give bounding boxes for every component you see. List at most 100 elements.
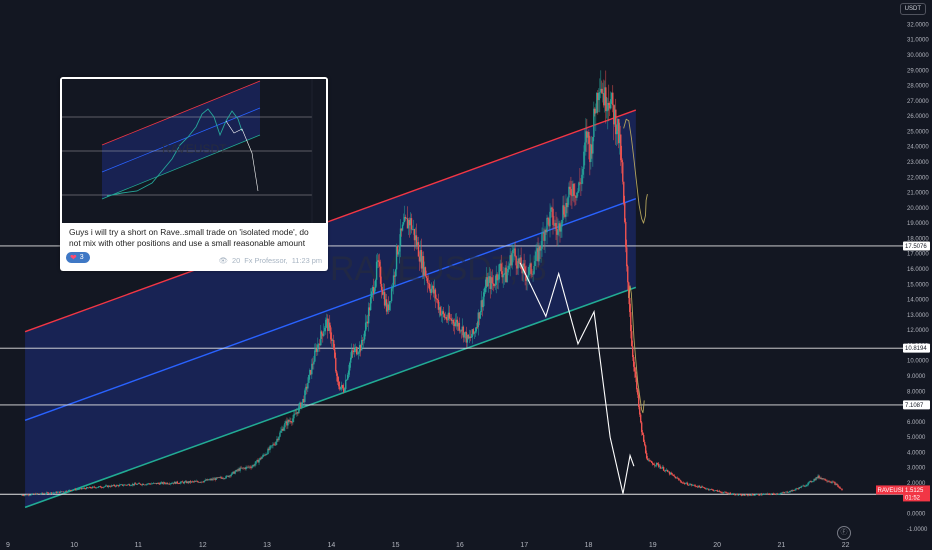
candle-body[interactable] <box>633 357 635 367</box>
tradingview-logo-icon[interactable]: Ⓕ <box>837 526 851 540</box>
candle-body[interactable] <box>662 467 665 471</box>
candle-body[interactable] <box>391 287 394 289</box>
candle-body[interactable] <box>515 256 517 266</box>
candle-body[interactable] <box>754 494 756 496</box>
candle-body[interactable] <box>163 482 166 484</box>
currency-selector[interactable]: USDT <box>899 3 926 15</box>
candle-body[interactable] <box>323 331 325 336</box>
candle-body[interactable] <box>72 489 75 491</box>
candle-body[interactable] <box>541 232 543 249</box>
candle-body[interactable] <box>357 352 360 354</box>
candle-body[interactable] <box>577 191 579 193</box>
candle-body[interactable] <box>502 274 504 278</box>
candle-body[interactable] <box>399 228 402 246</box>
candle-body[interactable] <box>283 427 285 431</box>
candle-body[interactable] <box>402 222 405 225</box>
candle-body[interactable] <box>673 475 676 477</box>
candle-body[interactable] <box>291 422 293 423</box>
candle-body[interactable] <box>807 482 809 486</box>
candle-body[interactable] <box>108 485 111 487</box>
candle-body[interactable] <box>551 207 553 209</box>
candle-body[interactable] <box>66 491 69 493</box>
candle-body[interactable] <box>54 492 56 494</box>
candle-body[interactable] <box>638 394 640 407</box>
candle-body[interactable] <box>494 284 496 286</box>
candle-body[interactable] <box>436 299 439 301</box>
candle-body[interactable] <box>653 464 656 466</box>
candle-body[interactable] <box>497 279 499 281</box>
candle-body[interactable] <box>595 112 597 114</box>
candle-body[interactable] <box>49 493 51 494</box>
candle-body[interactable] <box>30 494 32 496</box>
candle-body[interactable] <box>484 288 486 293</box>
candle-body[interactable] <box>279 432 281 437</box>
candle-body[interactable] <box>311 363 313 375</box>
candle-body[interactable] <box>269 446 271 450</box>
candle-body[interactable] <box>640 422 643 433</box>
candle-body[interactable] <box>196 481 198 482</box>
candle-body[interactable] <box>578 182 580 192</box>
candle-body[interactable] <box>498 264 500 280</box>
candle-body[interactable] <box>103 486 106 488</box>
candle-body[interactable] <box>308 374 310 383</box>
candle-body[interactable] <box>528 267 530 275</box>
candle-body[interactable] <box>401 224 404 231</box>
candle-body[interactable] <box>159 482 162 485</box>
candle-body[interactable] <box>512 249 514 254</box>
candle-body[interactable] <box>122 485 125 486</box>
candle-body[interactable] <box>824 478 826 481</box>
candle-body[interactable] <box>650 461 653 463</box>
candle-body[interactable] <box>582 169 584 175</box>
candle-body[interactable] <box>353 348 356 353</box>
candle-body[interactable] <box>470 337 472 338</box>
candle-body[interactable] <box>632 346 634 358</box>
candle-body[interactable] <box>298 406 300 414</box>
candle-body[interactable] <box>280 430 282 433</box>
candle-body[interactable] <box>179 482 182 484</box>
candle-body[interactable] <box>166 482 169 484</box>
candle-body[interactable] <box>369 297 372 311</box>
candle-body[interactable] <box>130 485 133 486</box>
candle-body[interactable] <box>458 322 461 331</box>
candle-body[interactable] <box>307 382 309 389</box>
candle-body[interactable] <box>625 221 627 248</box>
candle-body[interactable] <box>220 477 222 478</box>
candle-body[interactable] <box>347 374 349 380</box>
candle-body[interactable] <box>417 242 420 257</box>
candle-body[interactable] <box>841 488 843 491</box>
candle-body[interactable] <box>77 489 80 490</box>
candle-body[interactable] <box>693 484 696 486</box>
candle-body[interactable] <box>274 444 276 446</box>
candle-body[interactable] <box>583 151 585 170</box>
price-axis[interactable]: -1.00000.00001.00002.00003.00004.00005.0… <box>903 0 932 550</box>
candle-body[interactable] <box>346 379 348 381</box>
candle-body[interactable] <box>757 494 759 496</box>
time-axis[interactable]: 9 10 11 12 13 14 15 16 17 18 19 20 21 22 <box>6 542 850 549</box>
candle-body[interactable] <box>304 390 306 403</box>
candle-body[interactable] <box>144 484 147 486</box>
candle-body[interactable] <box>532 273 534 275</box>
candle-body[interactable] <box>404 216 407 219</box>
candle-body[interactable] <box>360 340 363 351</box>
candle-body[interactable] <box>508 265 510 270</box>
candle-body[interactable] <box>588 131 590 144</box>
candle-body[interactable] <box>392 275 395 288</box>
candle-body[interactable] <box>788 491 790 493</box>
candle-body[interactable] <box>321 331 323 335</box>
candle-body[interactable] <box>635 371 637 378</box>
candle-body[interactable] <box>93 486 96 488</box>
candle-body[interactable] <box>793 490 795 491</box>
candle-body[interactable] <box>725 492 728 493</box>
candle-body[interactable] <box>479 311 481 319</box>
candle-body[interactable] <box>500 263 502 272</box>
candle-body[interactable] <box>616 131 618 135</box>
candle-body[interactable] <box>656 462 659 464</box>
candle-body[interactable] <box>666 469 669 472</box>
candle-body[interactable] <box>336 371 338 376</box>
candle-body[interactable] <box>313 361 315 365</box>
candle-body[interactable] <box>627 266 629 283</box>
candle-body[interactable] <box>425 276 428 279</box>
candle-body[interactable] <box>134 483 137 485</box>
candle-body[interactable] <box>394 269 397 277</box>
candle-body[interactable] <box>473 332 475 334</box>
